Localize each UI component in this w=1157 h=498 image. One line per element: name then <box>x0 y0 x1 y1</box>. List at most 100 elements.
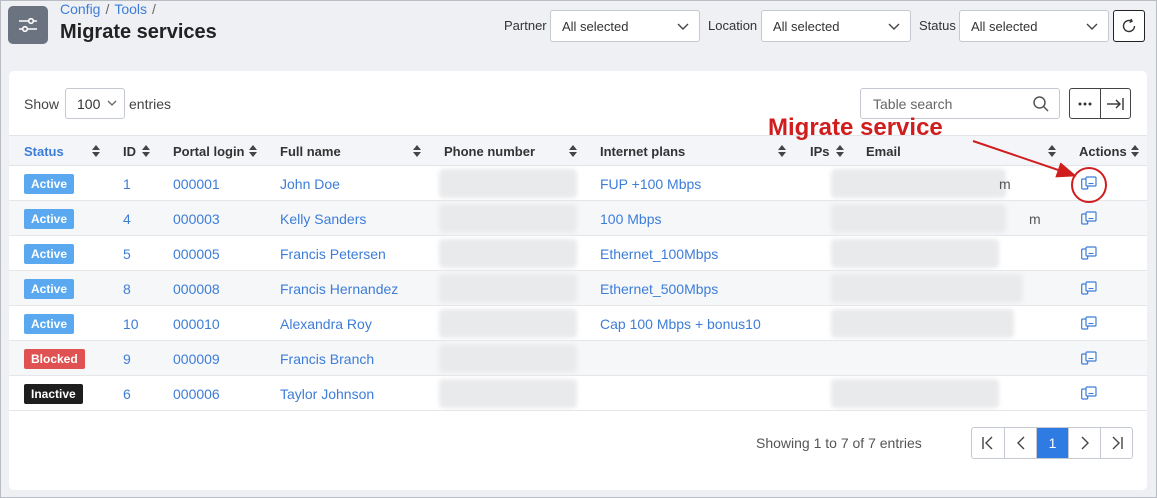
row-full-name[interactable]: Francis Hernandez <box>280 281 398 297</box>
sort-icon[interactable] <box>569 145 577 157</box>
prev-page-button[interactable] <box>1004 428 1036 458</box>
partner-filter-label: Partner <box>504 18 547 33</box>
row-internet-plan[interactable]: Ethernet_500Mbps <box>600 281 718 297</box>
col-ips[interactable]: IPs <box>810 144 830 159</box>
row-full-name[interactable]: Francis Petersen <box>280 246 386 262</box>
refresh-button[interactable] <box>1113 10 1145 42</box>
redacted-phone <box>439 169 577 198</box>
sliders-icon <box>19 17 37 33</box>
location-select[interactable]: All selected <box>761 10 911 42</box>
table-row: Active 4 000003 Kelly Sanders 100 Mbps m <box>9 201 1147 236</box>
sort-icon[interactable] <box>778 145 786 157</box>
redacted-phone <box>439 379 577 408</box>
row-id[interactable]: 4 <box>123 211 131 227</box>
sort-icon[interactable] <box>413 145 421 157</box>
status-badge: Active <box>24 279 75 299</box>
arrow-right-to-bar-icon <box>1107 97 1124 110</box>
col-status[interactable]: Status <box>24 144 64 159</box>
redacted-email <box>831 204 1006 233</box>
row-portal-login[interactable]: 000009 <box>173 351 220 367</box>
redacted-phone <box>439 309 577 338</box>
row-portal-login[interactable]: 000005 <box>173 246 220 262</box>
table-header: Status ID Portal login Full name Phone n… <box>9 135 1147 166</box>
breadcrumb-separator: / <box>105 1 110 17</box>
col-id[interactable]: ID <box>123 144 136 159</box>
row-internet-plan[interactable]: FUP +100 Mbps <box>600 176 701 192</box>
redacted-email <box>831 239 999 268</box>
row-portal-login[interactable]: 000010 <box>173 316 220 332</box>
row-internet-plan[interactable]: Cap 100 Mbps + bonus10 <box>600 316 761 332</box>
sort-icon[interactable] <box>1048 145 1056 157</box>
col-full-name[interactable]: Full name <box>280 144 341 159</box>
partner-select-value: All selected <box>562 19 629 34</box>
chevron-right-icon <box>1081 436 1089 450</box>
row-id[interactable]: 9 <box>123 351 131 367</box>
col-portal-login[interactable]: Portal login <box>173 144 245 159</box>
row-id[interactable]: 8 <box>123 281 131 297</box>
sort-icon[interactable] <box>1131 145 1139 157</box>
status-select[interactable]: All selected <box>959 10 1109 42</box>
row-id[interactable]: 6 <box>123 386 131 402</box>
migrate-service-icon[interactable] <box>1081 281 1097 295</box>
col-actions: Actions <box>1079 144 1127 159</box>
chevron-last-icon <box>1112 436 1123 450</box>
last-page-button[interactable] <box>1100 428 1132 458</box>
migrate-service-icon[interactable] <box>1081 351 1097 365</box>
status-badge: Active <box>24 244 75 264</box>
migrate-service-icon[interactable] <box>1081 176 1097 190</box>
chevron-first-icon <box>982 436 993 450</box>
table-row: Inactive 6 000006 Taylor Johnson <box>9 376 1147 411</box>
table-row: Active 8 000008 Francis Hernandez Ethern… <box>9 271 1147 306</box>
redacted-phone <box>439 344 577 373</box>
breadcrumb-separator: / <box>152 1 156 17</box>
migrate-service-icon[interactable] <box>1081 211 1097 225</box>
table-row: Active 10 000010 Alexandra Roy Cap 100 M… <box>9 306 1147 341</box>
page-1-button[interactable]: 1 <box>1036 428 1068 458</box>
row-full-name[interactable]: Alexandra Roy <box>280 316 372 332</box>
row-portal-login[interactable]: 000006 <box>173 386 220 402</box>
search-icon[interactable] <box>1032 95 1050 113</box>
col-internet-plans[interactable]: Internet plans <box>600 144 685 159</box>
row-internet-plan[interactable]: Ethernet_100Mbps <box>600 246 718 262</box>
sliders-menu-button[interactable] <box>8 6 48 44</box>
status-badge: Active <box>24 314 75 334</box>
col-phone-number[interactable]: Phone number <box>444 144 535 159</box>
partner-select[interactable]: All selected <box>550 10 700 42</box>
chevron-down-icon <box>107 100 117 106</box>
sort-icon[interactable] <box>142 145 150 157</box>
row-full-name[interactable]: Kelly Sanders <box>280 211 366 227</box>
next-page-button[interactable] <box>1068 428 1100 458</box>
col-email[interactable]: Email <box>866 144 901 159</box>
location-select-value: All selected <box>773 19 840 34</box>
migrate-service-icon[interactable] <box>1081 246 1097 260</box>
row-full-name[interactable]: Taylor Johnson <box>280 386 374 402</box>
first-page-button[interactable] <box>972 428 1004 458</box>
row-full-name[interactable]: John Doe <box>280 176 340 192</box>
table-row: Active 5 000005 Francis Petersen Etherne… <box>9 236 1147 271</box>
row-email-visible: m <box>1029 211 1041 227</box>
sort-icon[interactable] <box>92 145 100 157</box>
row-full-name[interactable]: Francis Branch <box>280 351 374 367</box>
row-portal-login[interactable]: 000008 <box>173 281 220 297</box>
row-id[interactable]: 5 <box>123 246 131 262</box>
entries-per-page-select[interactable]: 100 <box>65 88 125 119</box>
row-id[interactable]: 10 <box>123 316 139 332</box>
redacted-email <box>831 169 1006 198</box>
breadcrumb-config[interactable]: Config <box>60 1 100 17</box>
migrate-service-icon[interactable] <box>1081 316 1097 330</box>
more-dots-icon <box>1078 102 1092 105</box>
sort-icon[interactable] <box>249 145 257 157</box>
row-email-visible: m <box>999 176 1011 192</box>
status-filter-label: Status <box>919 18 956 33</box>
row-portal-login[interactable]: 000003 <box>173 211 220 227</box>
row-id[interactable]: 1 <box>123 176 131 192</box>
sort-icon[interactable] <box>836 145 844 157</box>
migrate-service-icon[interactable] <box>1081 386 1097 400</box>
more-options-button[interactable] <box>1070 89 1100 118</box>
chevron-down-icon <box>677 23 689 30</box>
status-badge: Active <box>24 174 75 194</box>
row-portal-login[interactable]: 000001 <box>173 176 220 192</box>
export-button[interactable] <box>1099 89 1131 118</box>
row-internet-plan[interactable]: 100 Mbps <box>600 211 661 227</box>
breadcrumb-tools[interactable]: Tools <box>114 1 147 17</box>
